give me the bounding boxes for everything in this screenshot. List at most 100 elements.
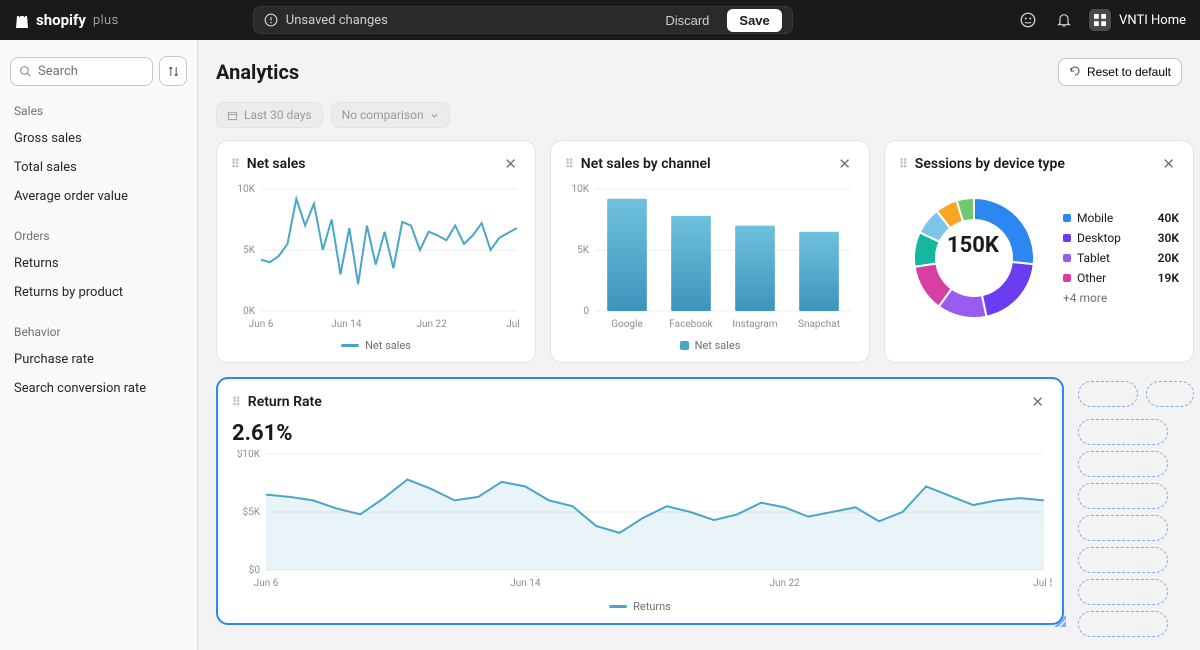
svg-text:Snapchat: Snapchat <box>798 319 840 330</box>
legend-label: Net sales <box>365 339 411 352</box>
legend-row: Other19K <box>1063 268 1179 288</box>
search-input[interactable]: Search <box>10 57 153 86</box>
svg-text:Jun 6: Jun 6 <box>254 578 279 589</box>
store-name: VNTI Home <box>1119 13 1186 28</box>
card-title: Net sales <box>247 156 306 172</box>
reset-icon <box>1069 66 1081 78</box>
close-card-button[interactable]: ✕ <box>834 153 855 175</box>
drop-zone[interactable] <box>1078 611 1168 637</box>
drag-handle-icon[interactable]: ⠿ <box>899 157 909 171</box>
sidebar-item[interactable]: Returns by product <box>10 278 187 307</box>
svg-text:10K: 10K <box>571 184 589 195</box>
sort-button[interactable] <box>159 56 187 86</box>
drop-zone[interactable] <box>1078 515 1168 541</box>
drop-zone[interactable] <box>1146 381 1194 407</box>
brand-suffix: plus <box>93 13 119 28</box>
svg-text:$5K: $5K <box>242 505 260 518</box>
sidebar: Search Sales Gross sales Total sales Ave… <box>0 40 198 650</box>
drop-zone[interactable] <box>1078 419 1168 445</box>
drop-zone[interactable] <box>1078 483 1168 509</box>
legend-row: Tablet20K <box>1063 248 1179 268</box>
return-rate-chart: $0$5K$10KJun 6Jun 14Jun 22Jul 5 <box>232 450 1048 594</box>
svg-text:Jul 5: Jul 5 <box>506 319 523 330</box>
sidebar-item[interactable]: Total sales <box>10 153 187 182</box>
unsaved-changes-pill: Unsaved changes Discard Save <box>253 6 793 34</box>
svg-text:Jun 14: Jun 14 <box>331 319 362 330</box>
sidebar-item[interactable]: Average order value <box>10 182 187 211</box>
svg-text:Jun 22: Jun 22 <box>417 319 448 330</box>
side-group-sales: Sales <box>14 104 183 118</box>
svg-text:5K: 5K <box>243 245 256 256</box>
unsaved-label: Unsaved changes <box>286 13 388 28</box>
legend-row: Mobile40K <box>1063 208 1179 228</box>
svg-text:5K: 5K <box>577 245 590 256</box>
sidebar-item[interactable]: Search conversion rate <box>10 374 187 403</box>
legend-label: Net sales <box>695 339 741 352</box>
card-title: Sessions by device type <box>915 156 1065 172</box>
main-area: Analytics Reset to default Last 30 days … <box>198 40 1200 650</box>
svg-text:$10K: $10K <box>237 450 261 460</box>
search-icon <box>19 65 32 78</box>
card-title: Return Rate <box>248 394 322 410</box>
drop-target-column <box>1078 375 1198 643</box>
donut-center-value: 150K <box>947 233 999 258</box>
svg-text:Jul 5: Jul 5 <box>1033 578 1052 589</box>
compare-label: No comparison <box>342 108 424 122</box>
svg-text:Jun 22: Jun 22 <box>770 578 801 589</box>
drag-handle-icon[interactable]: ⠿ <box>565 157 575 171</box>
return-rate-value: 2.61% <box>232 421 1048 446</box>
close-card-button[interactable]: ✕ <box>1158 153 1179 175</box>
reset-label: Reset to default <box>1087 65 1171 79</box>
sidebar-item[interactable]: Purchase rate <box>10 345 187 374</box>
drop-zone[interactable] <box>1078 451 1168 477</box>
drag-handle-icon[interactable]: ⠿ <box>232 395 242 409</box>
side-group-orders: Orders <box>14 229 183 243</box>
card-title: Net sales by channel <box>581 156 711 172</box>
card-return-rate: ⠿ Return Rate ✕ 2.61% $0 $5K $10K Jun 6 Jun … <box>216 377 1064 625</box>
svg-text:0: 0 <box>583 306 589 317</box>
save-button[interactable]: Save <box>727 9 781 32</box>
search-placeholder: Search <box>38 64 78 79</box>
date-range-chip[interactable]: Last 30 days <box>216 102 323 128</box>
sessions-donut-chart <box>899 183 1049 333</box>
reset-default-button[interactable]: Reset to default <box>1058 58 1182 86</box>
resize-handle[interactable] <box>1048 609 1066 627</box>
discard-button[interactable]: Discard <box>655 9 719 32</box>
drop-zone[interactable] <box>1078 579 1168 605</box>
net-sales-channel-chart: 0 5K 10K Google Facebook Instagram Snapchat <box>565 183 855 333</box>
svg-text:Instagram: Instagram <box>732 319 777 330</box>
admin-icon[interactable] <box>1017 9 1039 31</box>
svg-text:$0: $0 <box>249 563 261 576</box>
store-switcher[interactable]: VNTI Home <box>1089 9 1186 31</box>
sidebar-item[interactable]: Returns <box>10 249 187 278</box>
brand-logo: shopify plus <box>14 11 119 29</box>
comparison-chip[interactable]: No comparison <box>331 102 450 128</box>
date-range-label: Last 30 days <box>244 108 312 122</box>
svg-text:Jun 6: Jun 6 <box>249 319 274 330</box>
sort-icon <box>167 65 180 78</box>
brand-name: shopify <box>36 11 86 29</box>
svg-text:Facebook: Facebook <box>669 319 713 330</box>
card-net-sales-channel: ⠿ Net sales by channel ✕ 0 5K 10K Google Fac… <box>550 140 870 363</box>
top-bar: shopify plus Unsaved changes Discard Save… <box>0 0 1200 40</box>
side-group-behavior: Behavior <box>14 325 183 339</box>
svg-text:0K: 0K <box>243 306 256 317</box>
legend-row: Desktop30K <box>1063 228 1179 248</box>
chevron-down-icon <box>430 111 439 120</box>
sidebar-item[interactable]: Gross sales <box>10 124 187 153</box>
legend-label: Returns <box>633 600 671 613</box>
close-card-button[interactable]: ✕ <box>1027 391 1048 413</box>
svg-text:Google: Google <box>611 319 643 330</box>
drag-handle-icon[interactable]: ⠿ <box>231 157 241 171</box>
close-card-button[interactable]: ✕ <box>500 153 521 175</box>
donut-legend: Mobile40KDesktop30KTablet20KOther19K+4 m… <box>1063 208 1179 308</box>
drop-zone[interactable] <box>1078 381 1138 407</box>
store-badge <box>1089 9 1111 31</box>
calendar-icon <box>227 110 238 121</box>
card-sessions-device: ⠿ Sessions by device type ✕ 150K Mobile4… <box>884 140 1194 363</box>
svg-text:Jun 14: Jun 14 <box>510 578 541 589</box>
drop-zone[interactable] <box>1078 547 1168 573</box>
bell-icon[interactable] <box>1053 9 1075 31</box>
alert-icon <box>264 13 278 27</box>
legend-more[interactable]: +4 more <box>1063 288 1179 308</box>
